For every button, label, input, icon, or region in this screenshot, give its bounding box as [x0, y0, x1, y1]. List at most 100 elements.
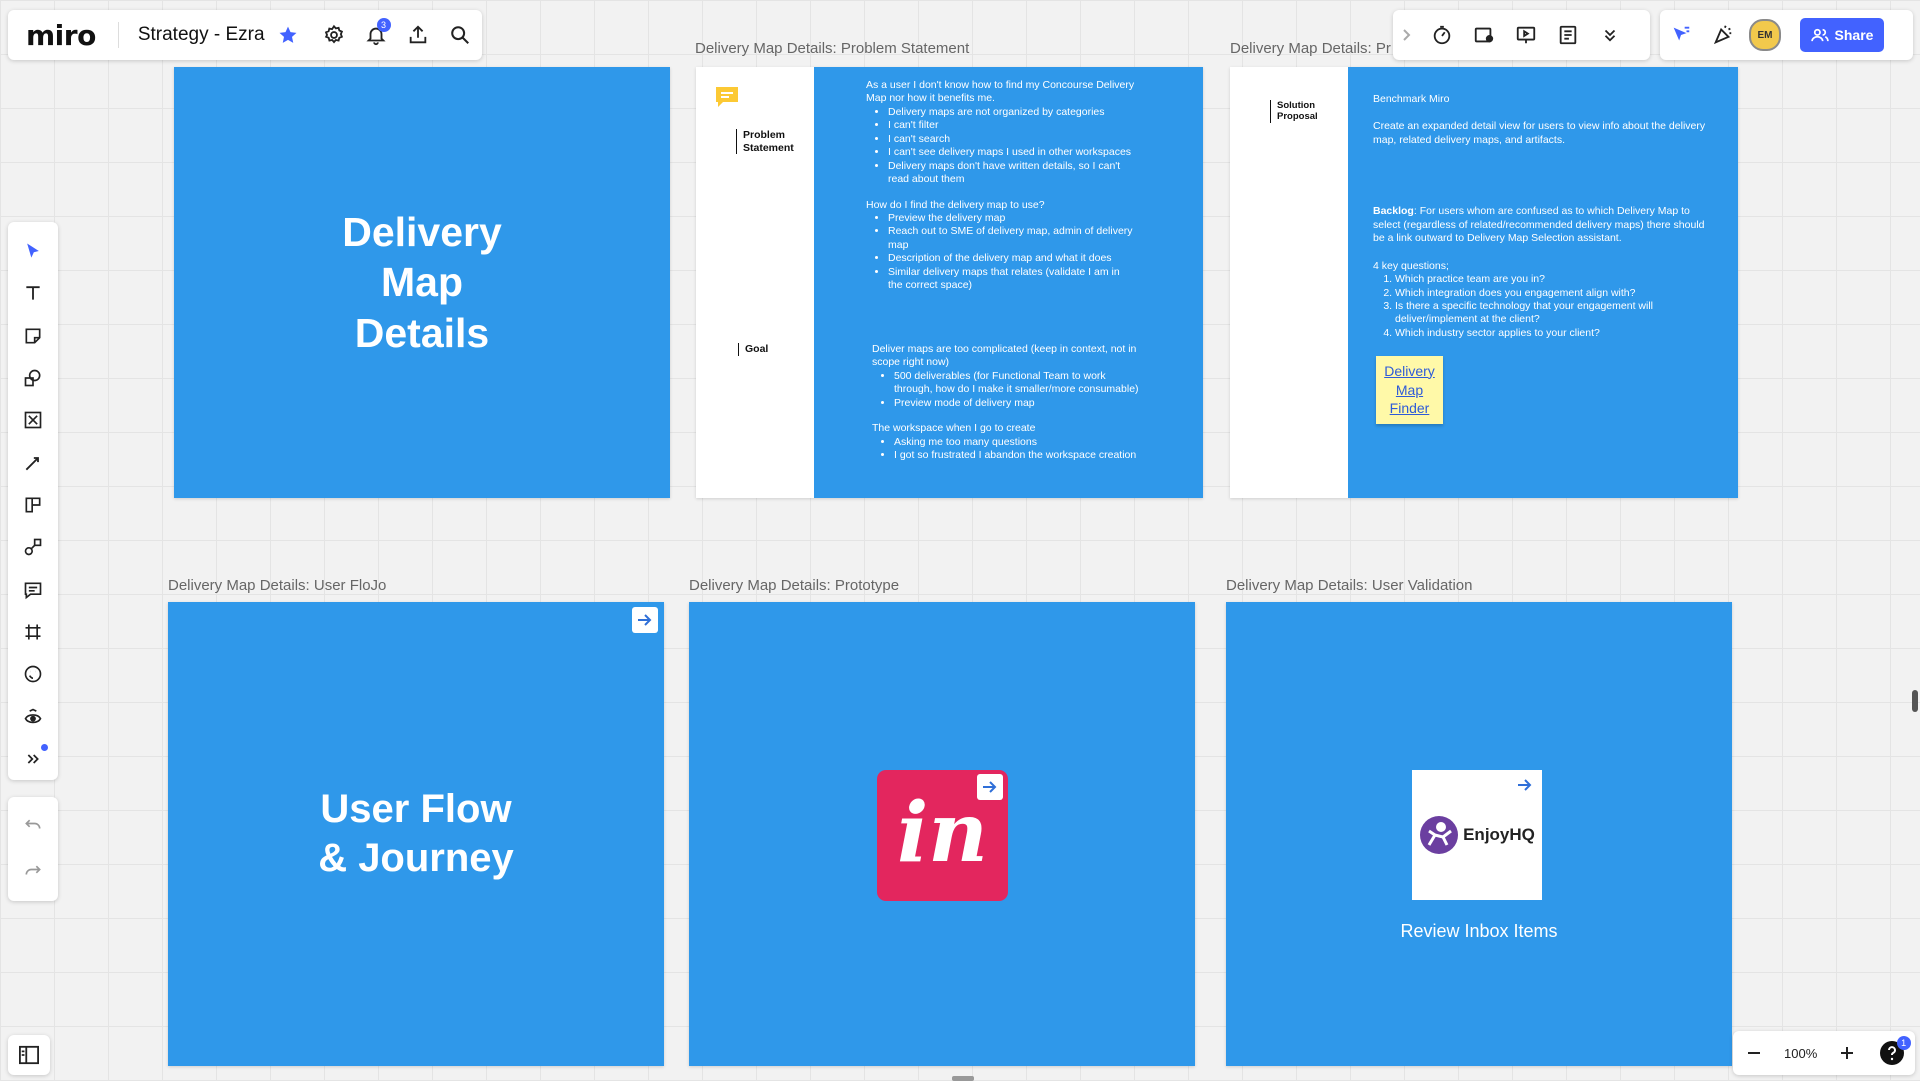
canvas-bottom-handle[interactable]: [952, 1076, 974, 1081]
comment-sticky-icon[interactable]: [714, 85, 740, 109]
presentation-icon[interactable]: [1505, 14, 1547, 56]
sticky-note-icon[interactable]: [12, 315, 54, 357]
export-upload-icon[interactable]: [397, 14, 439, 56]
search-icon[interactable]: [439, 14, 481, 56]
list-item: Which practice team are you in?: [1395, 273, 1718, 286]
sticky-link[interactable]: Map: [1396, 381, 1423, 400]
double-chevron-down-icon[interactable]: [1589, 14, 1631, 56]
canvas-scroll-handle[interactable]: [1912, 690, 1918, 712]
list-item: Which industry sector applies to your cl…: [1395, 327, 1718, 340]
zoom-controls: 100% 1: [1733, 1031, 1915, 1075]
sticky-board-icon[interactable]: [1463, 14, 1505, 56]
problem-intro: As a user I don't know how to find my Co…: [866, 79, 1135, 105]
notes-icon[interactable]: [1547, 14, 1589, 56]
list-item: Delivery maps are not organized by categ…: [888, 106, 1136, 119]
card-link-arrow-icon[interactable]: [1512, 772, 1538, 798]
proposal-description: Create an expanded detail view for users…: [1373, 120, 1706, 146]
title-line: Map: [381, 259, 463, 306]
questions-list: Which practice team are you in? Which in…: [1373, 273, 1718, 340]
invision-logo: in: [897, 784, 988, 881]
help-badge: 1: [1896, 1036, 1911, 1050]
sticky-link[interactable]: Finder: [1390, 399, 1430, 418]
more-tools-icon[interactable]: [12, 738, 54, 780]
header-divider: [117, 22, 119, 48]
board-title[interactable]: Strategy - Ezra: [138, 24, 265, 46]
timer-icon[interactable]: [1421, 14, 1463, 56]
list-item: Asking me too many questions: [894, 436, 1142, 449]
title-line: Delivery: [342, 209, 502, 256]
frame-problem-statement[interactable]: Problem Statement Goal As a user I don't…: [696, 67, 1203, 498]
proposal-text-block: Benchmark Miro Create an expanded detail…: [1373, 93, 1718, 340]
board-header: miro Strategy - Ezra 3: [8, 10, 482, 60]
undo-icon[interactable]: [13, 806, 53, 846]
zoom-in-icon[interactable]: [1834, 1040, 1860, 1066]
frame-prototype[interactable]: in: [689, 602, 1195, 1066]
list-item: Reach out to SME of delivery map, admin …: [888, 225, 1136, 252]
mindmap-icon[interactable]: [12, 526, 54, 568]
user-avatar[interactable]: EM: [1744, 14, 1786, 56]
card-template-icon[interactable]: [12, 484, 54, 526]
list-item: Is there a specific technology that your…: [1395, 300, 1718, 327]
star-icon[interactable]: [277, 24, 299, 46]
list-item: Preview the delivery map: [888, 212, 1136, 225]
text-tool-icon[interactable]: [12, 272, 54, 314]
frame-tool-icon[interactable]: [12, 611, 54, 653]
frame-label-prototype[interactable]: Delivery Map Details: Prototype: [689, 577, 899, 594]
zoom-level[interactable]: 100%: [1784, 1046, 1817, 1061]
frame-title: Delivery Map Details: [342, 207, 502, 357]
doc-sidebar: [1230, 67, 1348, 498]
list-item: 500 deliverables (for Functional Team to…: [894, 370, 1142, 397]
new-feature-dot: [41, 743, 48, 751]
settings-gear-icon[interactable]: [313, 14, 355, 56]
board-panel-toggle-icon[interactable]: [8, 1035, 50, 1075]
pen-tool-icon[interactable]: [12, 442, 54, 484]
emoji-stickers-icon[interactable]: [12, 653, 54, 695]
title-line: & Journey: [318, 836, 514, 880]
title-line: Details: [354, 309, 490, 356]
frame-user-flow[interactable]: User Flow & Journey: [168, 602, 664, 1066]
select-cursor-icon[interactable]: [12, 230, 54, 272]
frame-link-arrow-icon[interactable]: [632, 607, 658, 633]
card-link-arrow-icon[interactable]: [977, 774, 1003, 800]
list-item: Which integration does you engagement al…: [1395, 287, 1718, 300]
comment-icon[interactable]: [12, 569, 54, 611]
bell-icon[interactable]: 3: [355, 14, 397, 56]
sticky-link[interactable]: Delivery: [1384, 362, 1435, 381]
invision-app-card[interactable]: in: [877, 770, 1008, 901]
reactions-icon[interactable]: [1702, 14, 1744, 56]
list-item: Delivery maps don't have written details…: [888, 160, 1136, 187]
avatar-initials: EM: [1749, 19, 1781, 51]
goal-list: 500 deliverables (for Functional Team to…: [872, 370, 1142, 410]
frame-label-user-flow[interactable]: Delivery Map Details: User FloJo: [168, 577, 386, 594]
share-button[interactable]: Share: [1800, 18, 1884, 52]
enjoyhq-app-card[interactable]: EnjoyHQ: [1412, 770, 1542, 900]
notification-badge: 3: [376, 18, 391, 32]
frame-placeholder-icon[interactable]: [12, 399, 54, 441]
miro-logo[interactable]: miro: [26, 19, 96, 52]
shapes-icon[interactable]: [12, 357, 54, 399]
frame-label-problem-statement[interactable]: Delivery Map Details: Problem Statement: [695, 40, 969, 57]
frame-title: User Flow & Journey: [318, 785, 514, 883]
frame-user-validation[interactable]: EnjoyHQ Review Inbox Items: [1226, 602, 1732, 1066]
cursor-follow-icon[interactable]: [1660, 14, 1702, 56]
chevron-right-icon[interactable]: [1393, 14, 1421, 56]
apps-eye-icon[interactable]: [12, 695, 54, 737]
find-question: How do I find the delivery map to use?: [866, 198, 1045, 211]
help-icon[interactable]: 1: [1877, 1036, 1911, 1068]
zoom-out-icon[interactable]: [1741, 1040, 1767, 1066]
frame-label-proposal[interactable]: Delivery Map Details: Pr: [1230, 40, 1391, 57]
list-item: Description of the delivery map and what…: [888, 252, 1136, 265]
sticky-note-delivery-map-finder[interactable]: Delivery Map Finder: [1376, 356, 1443, 424]
card-caption: Review Inbox Items: [1400, 921, 1558, 941]
frame-label-user-validation[interactable]: Delivery Map Details: User Validation: [1226, 577, 1472, 594]
backlog-label: Backlog: [1373, 205, 1414, 218]
list-item: Similar delivery maps that relates (vali…: [888, 266, 1136, 293]
redo-icon[interactable]: [13, 852, 53, 892]
problem-list: Delivery maps are not organized by categ…: [866, 106, 1136, 187]
frame-solution-proposal[interactable]: Solution Proposal Benchmark Miro Create …: [1230, 67, 1738, 498]
history-controls: [8, 797, 58, 901]
frame-delivery-map-details[interactable]: Delivery Map Details: [174, 67, 670, 498]
collaboration-toolbar: [1393, 10, 1650, 60]
find-list: Preview the delivery map Reach out to SM…: [866, 212, 1136, 293]
enjoyhq-wordmark: EnjoyHQ: [1463, 825, 1535, 844]
